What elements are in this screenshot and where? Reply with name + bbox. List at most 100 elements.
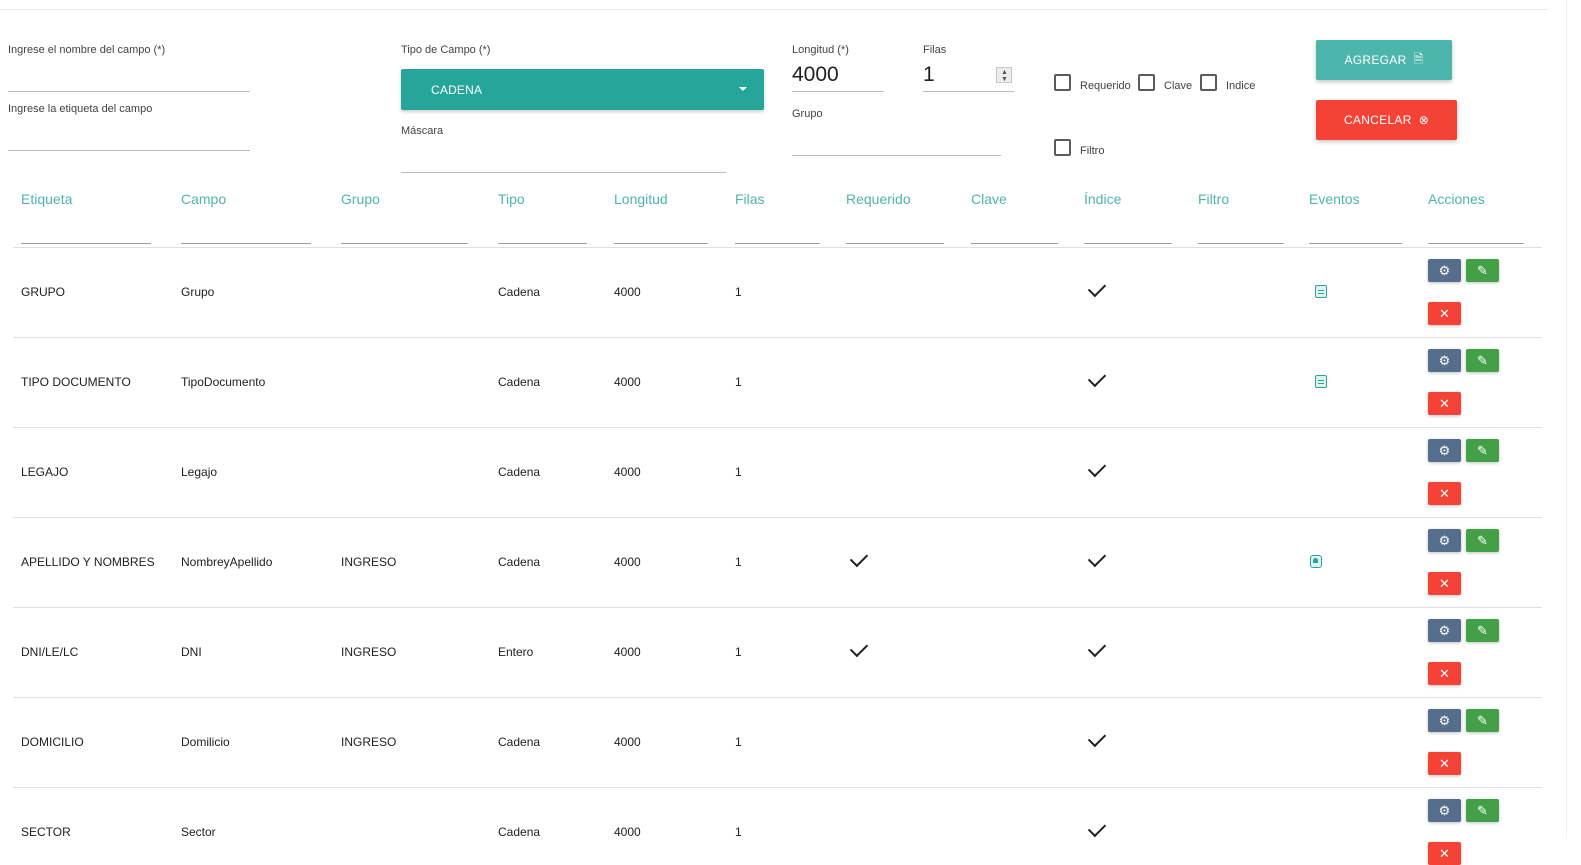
check-icon [849,638,869,658]
delete-button[interactable]: ✕ [1428,752,1461,775]
edit-button[interactable]: ✎ [1466,349,1499,372]
cell-filas: 1 [735,285,742,299]
cancelar-button-label: CANCELAR [1343,113,1412,127]
cell-tipo: Cadena [498,555,541,569]
edit-icon: ✎ [1477,352,1488,368]
header-filtro[interactable]: Filtro [1198,191,1229,207]
edit-icon: ✎ [1477,262,1488,278]
cell-grupo: INGRESO [341,555,397,569]
filter-filas-input[interactable] [735,243,820,244]
check-icon [1087,458,1107,478]
delete-button[interactable]: ✕ [1428,302,1461,325]
filter-requerido-input[interactable] [846,243,944,244]
header-clave[interactable]: Clave [971,191,1007,207]
delete-icon: ✕ [1439,575,1450,591]
longitud-value: 4000 [792,63,839,86]
config-button[interactable]: ⚙ [1428,799,1461,822]
clave-checkbox-box[interactable] [1138,74,1155,91]
filter-indice-input[interactable] [1084,243,1172,244]
filtro-checkbox[interactable]: Filtro [1054,139,1104,157]
tipo-campo-label-wrap: Tipo de Campo (*) [401,44,601,60]
edit-button[interactable]: ✎ [1466,259,1499,282]
delete-button[interactable]: ✕ [1428,842,1461,865]
config-button[interactable]: ⚙ [1428,259,1461,282]
indice-checkbox-box[interactable] [1200,74,1217,91]
config-icon: ⚙ [1438,442,1451,458]
filter-acciones-input[interactable] [1428,243,1524,244]
edit-button[interactable]: ✎ [1466,709,1499,732]
edit-icon: ✎ [1477,532,1488,548]
clave-checkbox[interactable]: Clave [1138,74,1192,92]
config-button[interactable]: ⚙ [1428,439,1461,462]
config-icon: ⚙ [1438,622,1451,638]
grupo-label: Grupo [792,108,823,120]
tipo-campo-select[interactable]: CADENA [401,69,764,110]
cell-tipo: Cadena [498,285,541,299]
delete-button[interactable]: ✕ [1428,392,1461,415]
delete-button[interactable]: ✕ [1428,662,1461,685]
event-document-icon[interactable] [1315,375,1327,388]
etiqueta-campo-field[interactable]: Ingrese la etiqueta del campo [8,103,250,151]
edit-button[interactable]: ✎ [1466,619,1499,642]
config-button[interactable]: ⚙ [1428,619,1461,642]
row-divider [13,697,1542,698]
cell-etiqueta: DOMICILIO [21,735,84,749]
requerido-checkbox[interactable]: Requerido [1054,74,1131,92]
cancelar-button[interactable]: CANCELAR ⊗ [1316,100,1457,140]
header-tipo[interactable]: Tipo [498,191,525,207]
page-scrollbar[interactable] [1566,0,1581,839]
mascara-field[interactable]: Máscara [401,125,726,173]
edit-button[interactable]: ✎ [1466,799,1499,822]
edit-button[interactable]: ✎ [1466,529,1499,552]
filter-longitud-input[interactable] [614,243,708,244]
header-grupo[interactable]: Grupo [341,191,380,207]
header-filas[interactable]: Filas [735,191,765,207]
check-icon [1087,638,1107,658]
cell-campo: Domilicio [181,735,230,749]
delete-button[interactable]: ✕ [1428,482,1461,505]
filter-etiqueta-input[interactable] [21,243,151,244]
header-eventos[interactable]: Eventos [1309,191,1360,207]
nombre-campo-field[interactable]: Ingrese el nombre del campo (*) [8,44,250,92]
spin-up-icon[interactable]: ▲ [1001,69,1008,76]
filter-eventos-input[interactable] [1309,243,1402,244]
header-requerido[interactable]: Requerido [846,191,911,207]
requerido-checkbox-box[interactable] [1054,74,1071,91]
header-campo[interactable]: Campo [181,191,226,207]
filter-clave-input[interactable] [971,243,1058,244]
check-icon [1087,548,1107,568]
delete-button[interactable]: ✕ [1428,572,1461,595]
filter-filtro-input[interactable] [1198,243,1284,244]
longitud-field[interactable]: Longitud (*) 4000 [792,44,884,92]
edit-button[interactable]: ✎ [1466,439,1499,462]
event-bell-icon[interactable] [1310,555,1322,568]
cell-tipo: Entero [498,645,534,659]
config-button[interactable]: ⚙ [1428,349,1461,372]
indice-checkbox-label: Indice [1226,79,1256,92]
delete-icon: ✕ [1439,485,1450,501]
config-button[interactable]: ⚙ [1428,529,1461,552]
header-etiqueta[interactable]: Etiqueta [21,191,72,207]
filter-tipo-input[interactable] [498,243,587,244]
cell-etiqueta: GRUPO [21,285,66,299]
config-button[interactable]: ⚙ [1428,709,1461,732]
cell-longitud: 4000 [614,375,641,389]
filas-spinner[interactable]: ▲ ▼ [996,67,1012,83]
agregar-button[interactable]: AGREGAR 🗎 [1316,40,1452,80]
indice-checkbox[interactable]: Indice [1200,74,1256,92]
header-acciones[interactable]: Acciones [1428,191,1485,207]
spin-down-icon[interactable]: ▼ [1001,76,1008,83]
filtro-checkbox-box[interactable] [1054,139,1071,156]
config-icon: ⚙ [1438,802,1451,818]
header-longitud[interactable]: Longitud [614,191,668,207]
filter-campo-input[interactable] [181,243,311,244]
event-document-icon[interactable] [1315,285,1327,298]
top-divider [0,9,1548,10]
header-indice[interactable]: Índice [1084,191,1121,207]
cell-filas: 1 [735,375,742,389]
config-icon: ⚙ [1438,352,1451,368]
grupo-field[interactable]: Grupo [792,108,1001,156]
filter-grupo-input[interactable] [341,243,468,244]
tipo-campo-selected: CADENA [431,83,483,97]
cell-grupo: INGRESO [341,735,397,749]
